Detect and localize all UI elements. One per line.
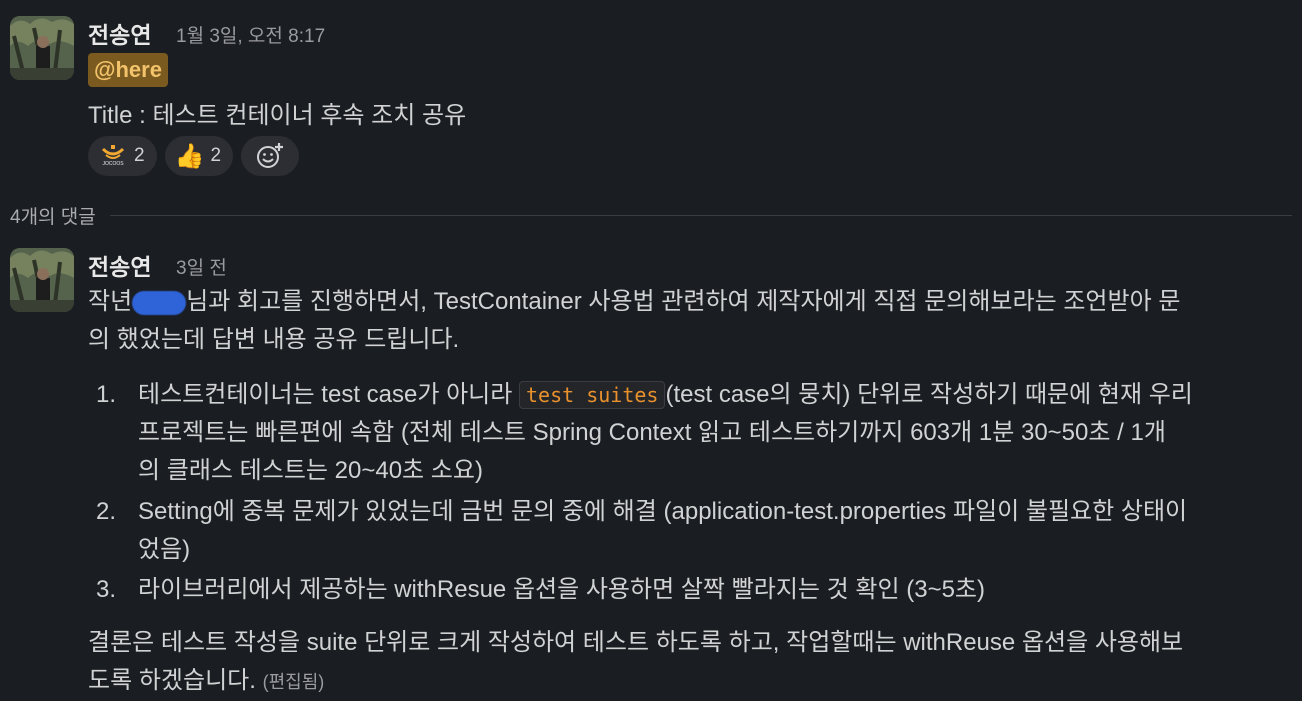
message-timestamp[interactable]: 3일 전 [176, 253, 227, 280]
list-text: (test case의 뭉치) 단위로 작성하기 때문에 현재 우리 [665, 381, 1193, 408]
list-item-text: Setting에 중복 문제가 있었는데 금번 문의 중에 해결 (applic… [138, 498, 1188, 525]
conclusion-text: 도록 하겠습니다. [88, 667, 256, 694]
list-item-text: 프로젝트는 빠른편에 속함 (전체 테스트 Spring Context 읽고 … [138, 419, 1166, 446]
user-avatar[interactable] [10, 16, 74, 80]
reaction-count: 2 [134, 145, 145, 166]
thumbs-up-icon: 👍 [174, 142, 205, 170]
avatar-photo-icon [10, 16, 74, 80]
here-mention[interactable]: @here [88, 53, 168, 87]
jocoos-logo-label: JOCOOS [102, 161, 124, 167]
jocoos-logo-icon: JOCOOS [98, 145, 128, 167]
add-reaction-button[interactable] [241, 136, 300, 176]
reaction-count: 2 [210, 145, 222, 166]
thread-replies-divider: 4개의 댓글 [10, 200, 1292, 230]
intro-text-line2: 의 했었는데 답변 내용 공유 드립니다. [88, 326, 460, 353]
reactions-bar: JOCOOS 2 👍 2 [88, 136, 300, 176]
edited-label: (편집됨) [262, 672, 325, 692]
author-name[interactable]: 전송연 [88, 16, 151, 50]
divider-rule [109, 214, 1292, 216]
message-text: Title : 테스트 컨테이너 후속 조치 공유 [88, 102, 467, 129]
message-body-conclusion: 결론은 테스트 작성을 suite 단위로 크게 작성하여 테스트 하도록 하고… [88, 624, 1298, 701]
list-item-text: 의 클래스 테스트는 20~40초 소요) [138, 457, 483, 484]
list-item-text: 테스트컨테이너는 test case가 아니라 test suites (test… [138, 376, 1193, 414]
reaction-jocoos[interactable]: JOCOOS 2 [88, 136, 157, 176]
list-item-text: 라이브러리에서 제공하는 withResue 옵션을 사용하면 살짝 빨라지는 … [138, 576, 985, 603]
reply-count-label: 4개의 댓글 [10, 206, 96, 228]
conclusion-text: 결론은 테스트 작성을 suite 단위로 크게 작성하여 테스트 하도록 하고… [88, 629, 1184, 656]
add-emoji-icon [257, 143, 284, 168]
list-text: 테스트컨테이너는 test case가 아니라 [138, 381, 520, 408]
redacted-name [132, 290, 187, 315]
intro-text: 님과 회고를 진행하면서, TestContainer 사용법 관련하여 제작자… [186, 288, 1181, 315]
user-avatar[interactable] [10, 248, 74, 312]
list-item-text: 었음) [138, 536, 191, 563]
intro-text: 작년 [88, 288, 133, 315]
list-number: 3. [96, 576, 117, 603]
reaction-thumbs-up[interactable]: 👍 2 [164, 136, 234, 176]
author-name[interactable]: 전송연 [88, 248, 151, 282]
list-number: 2. [96, 498, 117, 525]
avatar-photo-icon [10, 248, 74, 312]
list-number: 1. [96, 381, 117, 408]
message-body-intro: 작년 님과 회고를 진행하면서, TestContainer 사용법 관련하여 제… [88, 283, 1298, 359]
inline-code: test suites [519, 381, 666, 409]
message-timestamp[interactable]: 1월 3일, 오전 8:17 [176, 21, 325, 48]
